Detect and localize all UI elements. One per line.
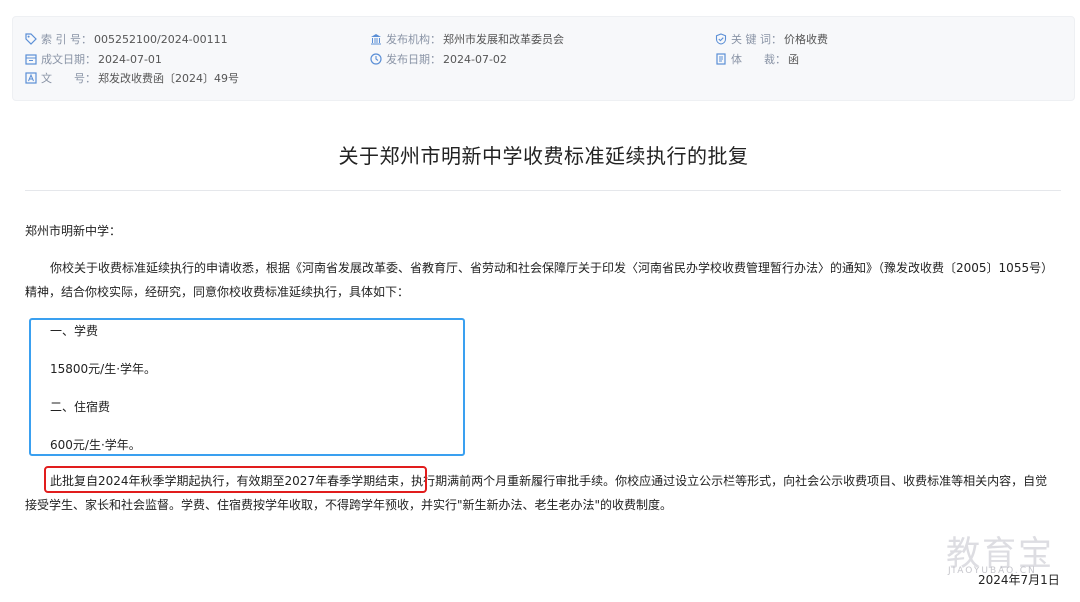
meta-created-label: 成文日期 [41, 53, 85, 66]
meta-index: 索 引 号： 005252100/2024-00111 [25, 31, 228, 47]
tuition-heading: 一、学费 [50, 324, 99, 338]
meta-published: 发布日期： 2024-07-02 [370, 51, 507, 67]
meta-index-label: 索 引 号 [41, 33, 81, 46]
issue-date: 2024年7月1日 [978, 573, 1060, 587]
tuition-value: 15800元/生·学年。 [50, 362, 157, 376]
meta-genre: 体 裁： 函 [715, 51, 799, 67]
lodging-heading: 二、住宿费 [50, 400, 111, 414]
meta-published-value: 2024-07-02 [443, 52, 507, 66]
meta-agency-label: 发布机构 [386, 33, 430, 46]
meta-created: 成文日期： 2024-07-01 [25, 51, 162, 67]
institution-icon [371, 34, 381, 45]
calendar-icon [25, 54, 37, 65]
meta-genre-label: 体 裁 [731, 53, 775, 66]
meta-docno-label: 文 号 [41, 72, 85, 85]
watermark-logo: 教育宝 JIAOYUBAO.CN [946, 526, 1066, 576]
clock-icon [370, 53, 382, 65]
meta-keywords-value: 价格收费 [784, 33, 828, 46]
title-divider [25, 190, 1061, 191]
document-number-icon [25, 72, 37, 84]
meta-published-label: 发布日期 [386, 53, 430, 66]
meta-docno-value: 郑发改收费函〔2024〕49号 [98, 72, 239, 85]
meta-agency: 发布机构： 郑州市发展和改革委员会 [370, 31, 564, 47]
metadata-panel: 索 引 号： 005252100/2024-00111 成文日期： 2024-0… [12, 16, 1075, 101]
salutation: 郑州市明新中学： [25, 224, 122, 238]
meta-docno: 文 号： 郑发改收费函〔2024〕49号 [25, 70, 239, 86]
meta-genre-value: 函 [788, 53, 799, 66]
paragraph-1: 你校关于收费标准延续执行的申请收悉，根据《河南省发展改革委、省教育厅、省劳动和社… [25, 261, 1054, 299]
meta-agency-value: 郑州市发展和改革委员会 [443, 33, 564, 46]
tag-icon [25, 33, 37, 45]
lodging-value: 600元/生·学年。 [50, 438, 141, 452]
shield-check-icon [715, 33, 727, 45]
meta-created-value: 2024-07-01 [98, 52, 162, 66]
validity-highlight-box [44, 466, 427, 493]
document-title: 关于郑州市明新中学收费标准延续执行的批复 [338, 144, 749, 168]
meta-index-value: 005252100/2024-00111 [94, 32, 228, 46]
genre-icon [716, 53, 726, 65]
meta-keywords-label: 关 键 词 [731, 33, 771, 46]
meta-keywords: 关 键 词： 价格收费 [715, 31, 828, 47]
